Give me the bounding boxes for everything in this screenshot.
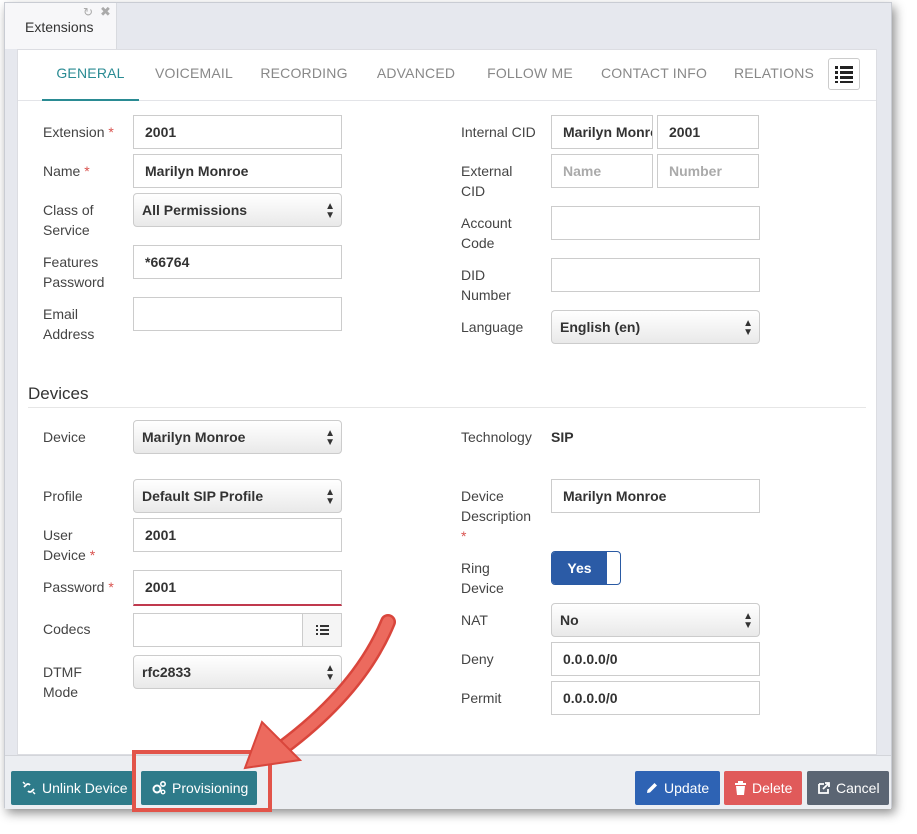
profile-label: Profile	[43, 488, 83, 504]
pencil-icon	[647, 782, 657, 793]
tab-recording[interactable]: RECORDING	[254, 50, 354, 101]
internal-cid-number-input[interactable]: 2001	[657, 115, 759, 149]
password-input[interactable]: 2001	[133, 570, 342, 606]
section-divider	[28, 407, 866, 408]
language-select[interactable]: English (en) ▲ ▼	[551, 310, 760, 344]
refresh-icon[interactable]: ↻	[83, 5, 93, 19]
ring-device-label: Ring Device	[461, 560, 504, 596]
provisioning-highlight-box	[132, 750, 272, 812]
select-arrows-icon: ▲ ▼	[325, 428, 335, 448]
extension-form-panel: GENERAL VOICEMAIL RECORDING ADVANCED FOL…	[17, 49, 877, 755]
unlink-icon	[22, 781, 36, 795]
deny-input[interactable]: 0.0.0.0/0	[551, 642, 760, 676]
cancel-label: Cancel	[836, 780, 880, 796]
account-code-input[interactable]	[551, 206, 760, 240]
nat-select[interactable]: No ▲ ▼	[551, 603, 760, 637]
dtmf-mode-select[interactable]: rfc2833 ▲ ▼	[133, 655, 342, 689]
did-number-label: DID Number	[461, 267, 511, 303]
features-password-input[interactable]: *66764	[133, 245, 342, 279]
did-number-input[interactable]	[551, 258, 760, 292]
name-label: Name *	[43, 163, 90, 179]
unlink-device-label: Unlink Device	[42, 780, 128, 796]
profile-select[interactable]: Default SIP Profile ▲ ▼	[133, 479, 342, 513]
share-icon	[818, 781, 830, 794]
tab-voicemail[interactable]: VOICEMAIL	[144, 50, 244, 101]
user-device-label: User Device *	[43, 527, 96, 563]
delete-button[interactable]: Delete	[724, 771, 802, 805]
external-cid-label: External CID	[461, 163, 513, 199]
password-label: Password *	[43, 579, 114, 595]
codecs-list-button[interactable]	[303, 613, 342, 647]
list-icon	[316, 625, 329, 635]
tab-contact-info[interactable]: CONTACT INFO	[596, 50, 712, 101]
select-arrows-icon: ▲ ▼	[325, 201, 335, 221]
internal-cid-name-input[interactable]: Marilyn Monroe	[551, 115, 653, 149]
account-code-label: Account Code	[461, 215, 512, 251]
update-label: Update	[664, 780, 710, 796]
extensions-window: Extensions ↻ ✖ GENERAL VOICEMAIL RECORDI…	[4, 2, 892, 809]
update-button[interactable]: Update	[635, 771, 720, 805]
ring-device-toggle[interactable]: Yes	[551, 551, 621, 585]
unlink-device-button[interactable]: Unlink Device	[11, 771, 133, 805]
list-icon	[835, 66, 853, 83]
deny-label: Deny	[461, 651, 494, 667]
select-arrows-icon: ▲ ▼	[325, 487, 335, 507]
window-tab-title: Extensions	[25, 19, 94, 35]
tab-bar: GENERAL VOICEMAIL RECORDING ADVANCED FOL…	[18, 50, 876, 101]
technology-label: Technology	[461, 429, 532, 445]
select-arrows-icon: ▲ ▼	[743, 318, 753, 338]
device-select[interactable]: Marilyn Monroe ▲ ▼	[133, 420, 342, 454]
extension-input[interactable]: 2001	[133, 115, 342, 149]
cancel-button[interactable]: Cancel	[807, 771, 889, 805]
device-description-input[interactable]: Marilyn Monroe	[551, 479, 760, 513]
delete-label: Delete	[752, 780, 793, 796]
nat-label: NAT	[461, 612, 488, 628]
permit-input[interactable]: 0.0.0.0/0	[551, 681, 760, 715]
tab-advanced[interactable]: ADVANCED	[370, 50, 462, 101]
email-address-label: Email Address	[43, 306, 95, 342]
codecs-label: Codecs	[43, 621, 91, 637]
tab-follow-me[interactable]: FOLLOW ME	[480, 50, 580, 101]
close-icon[interactable]: ✖	[100, 4, 111, 20]
external-cid-number-input[interactable]: Number	[657, 154, 759, 188]
device-description-label: Device Description *	[461, 488, 532, 544]
trash-icon	[735, 780, 746, 795]
tab-general[interactable]: GENERAL	[42, 50, 139, 101]
tab-menu-button[interactable]	[828, 58, 860, 90]
dtmf-mode-label: DTMF Mode	[43, 664, 82, 700]
language-label: Language	[461, 319, 524, 335]
features-password-label: Features Password	[43, 254, 105, 290]
internal-cid-label: Internal CID	[461, 124, 536, 140]
external-cid-name-input[interactable]: Name	[551, 154, 653, 188]
ring-device-toggle-label: Yes	[552, 552, 607, 584]
name-input[interactable]: Marilyn Monroe	[133, 154, 342, 188]
email-address-input[interactable]	[133, 297, 342, 331]
permit-label: Permit	[461, 690, 502, 706]
device-label: Device	[43, 429, 86, 445]
devices-section-title: Devices	[28, 384, 89, 403]
codecs-input[interactable]	[133, 613, 303, 647]
class-of-service-select[interactable]: All Permissions ▲ ▼	[133, 193, 342, 227]
tab-relations[interactable]: RELATIONS	[730, 50, 818, 101]
extension-label: Extension *	[43, 124, 114, 140]
window-tab[interactable]: Extensions ↻ ✖	[5, 3, 117, 49]
select-arrows-icon: ▲ ▼	[325, 663, 335, 683]
technology-value: SIP	[551, 429, 574, 445]
class-of-service-label: Class of Service	[43, 202, 94, 238]
select-arrows-icon: ▲ ▼	[743, 611, 753, 631]
user-device-input[interactable]: 2001	[133, 518, 342, 552]
